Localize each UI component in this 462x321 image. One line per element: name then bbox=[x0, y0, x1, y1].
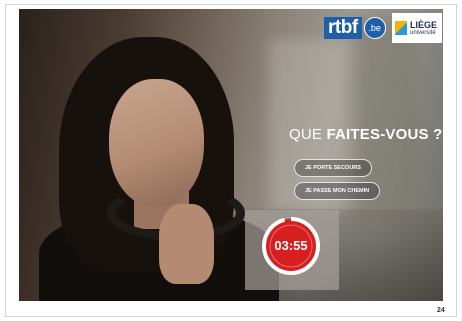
choice-button-pass[interactable]: JE PASSE MON CHEMIN bbox=[294, 182, 381, 200]
rtbf-logo: rtbf .be bbox=[324, 17, 386, 39]
timer-display: 03:55 bbox=[274, 238, 308, 253]
question-emphasis: FAITES-VOUS ? bbox=[326, 126, 443, 143]
liege-mark-icon bbox=[395, 21, 407, 35]
rtbf-logo-text: rtbf bbox=[324, 17, 362, 39]
rtbf-logo-suffix: .be bbox=[363, 17, 386, 39]
question-prefix: QUE bbox=[289, 126, 327, 143]
liege-university-logo: LIÈGE université bbox=[392, 13, 442, 43]
liege-logo-title: LIÈGE bbox=[410, 19, 438, 30]
question-heading: QUE FAITES-VOUS ? bbox=[289, 126, 442, 143]
countdown-timer: 03:55 bbox=[245, 210, 339, 290]
choice-button-help[interactable]: JE PORTE SECOURS bbox=[294, 159, 372, 177]
woman-hand bbox=[159, 204, 214, 284]
liege-logo-subtitle: université bbox=[410, 29, 436, 36]
page-number: 24 bbox=[437, 307, 445, 314]
video-frame[interactable] bbox=[19, 9, 443, 301]
